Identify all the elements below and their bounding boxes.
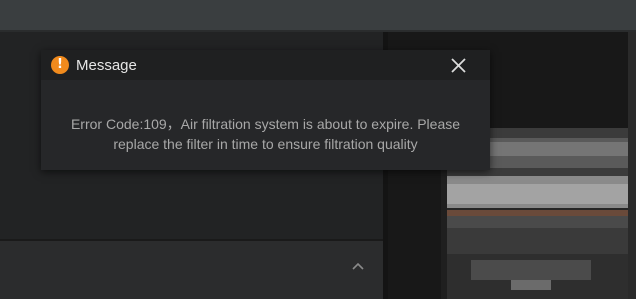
left-panel-footer [0, 241, 383, 299]
dialog-title: Message [76, 57, 137, 74]
dialog-message: Error Code:109，Air filtration system is … [70, 116, 461, 152]
dialog-header: ! Message [41, 50, 490, 80]
close-button[interactable] [446, 54, 470, 78]
message-dialog: ! Message Error Code:109，Air filtration … [41, 50, 490, 170]
chevron-up-icon[interactable] [350, 258, 366, 274]
close-icon [451, 58, 466, 73]
right-edge [628, 32, 636, 299]
top-bar [0, 0, 636, 30]
warning-icon: ! [51, 56, 69, 74]
